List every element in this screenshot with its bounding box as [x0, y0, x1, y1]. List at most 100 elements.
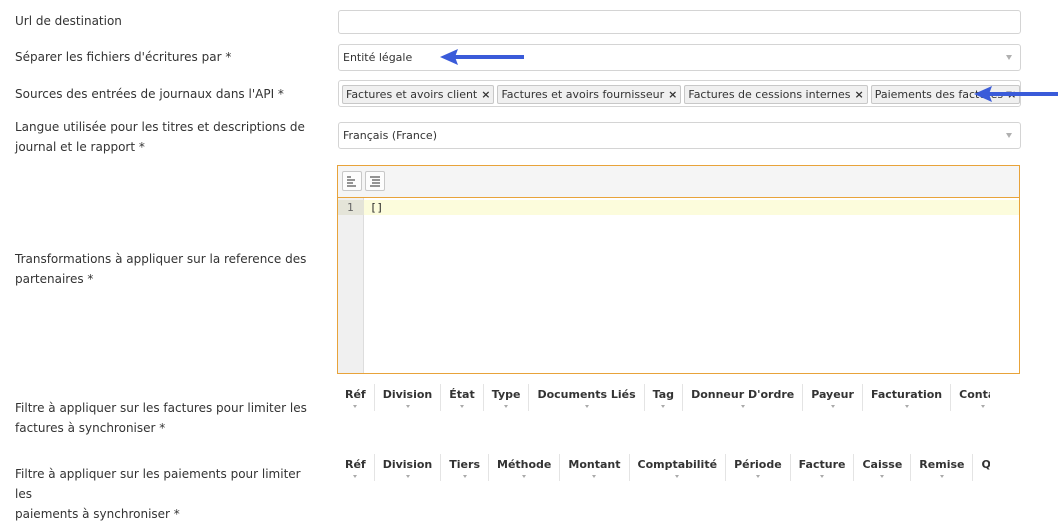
- remove-tag-icon[interactable]: ×: [481, 88, 490, 101]
- invoice-filter-column-label: Contact: [959, 388, 990, 401]
- language-select-value: Français (France): [343, 129, 437, 142]
- payment-filter-column-header[interactable]: Facture: [791, 454, 855, 481]
- invoice-filter-column-label: Documents Liés: [537, 388, 636, 401]
- payment-filter-column-label: Période: [734, 458, 782, 471]
- invoice-filter-column-header[interactable]: Payeur: [803, 384, 863, 411]
- editor-toolbar: [338, 166, 1019, 198]
- payment-filter-column-header[interactable]: Montant: [560, 454, 630, 481]
- editor-gutter: [338, 198, 364, 373]
- payment-filter-column-label: Méthode: [497, 458, 552, 471]
- invoice-filter-column-header[interactable]: Contact: [951, 384, 990, 411]
- language-label: Langue utilisée pour les titres et descr…: [15, 117, 315, 157]
- separate-label: Séparer les fichiers d'écritures par *: [15, 50, 232, 64]
- payment-filter-column-header[interactable]: Méthode: [489, 454, 561, 481]
- chevron-down-icon: [981, 405, 986, 408]
- remove-tag-icon[interactable]: ×: [854, 88, 863, 101]
- editor-active-line: [364, 200, 1019, 215]
- invoice-filter-label: Filtre à appliquer sur les factures pour…: [15, 398, 315, 438]
- chevron-down-icon: [755, 475, 760, 478]
- invoice-filter-column-header[interactable]: État: [441, 384, 484, 411]
- invoice-filter-column-label: Division: [382, 388, 433, 401]
- payment-filter-grid: Réf Division Tiers Méthode Montant Comptabili…: [337, 454, 990, 481]
- payment-filter-column-label: Tiers: [449, 458, 480, 471]
- chevron-down-icon: [584, 405, 589, 408]
- invoice-filter-column-label: Tag: [652, 388, 675, 401]
- url-input[interactable]: [338, 10, 1021, 34]
- payment-filter-column-label: Facture: [798, 458, 846, 471]
- invoice-filter-label-line2: factures à synchroniser *: [15, 421, 166, 435]
- json-editor[interactable]: 1 []: [337, 165, 1020, 374]
- payment-filter-column-label: Comptabilité: [637, 458, 718, 471]
- chevron-down-icon: [939, 475, 944, 478]
- transform-label-line2: partenaires *: [15, 272, 94, 286]
- chevron-down-icon: [353, 475, 358, 478]
- chevron-down-icon: [1006, 132, 1012, 138]
- payment-filter-column-label: Réf: [345, 458, 366, 471]
- chevron-down-icon: [462, 475, 467, 478]
- chevron-down-icon: [820, 475, 825, 478]
- payment-filter-column-header[interactable]: Réf: [337, 454, 375, 481]
- language-label-line1: Langue utilisée pour les titres et descr…: [15, 120, 305, 134]
- payment-filter-label: Filtre à appliquer sur les paiements pou…: [15, 464, 315, 524]
- invoice-filter-column-header[interactable]: Facturation: [863, 384, 952, 411]
- payment-filter-column-label: Caisse: [862, 458, 903, 471]
- invoice-filter-column-header[interactable]: Documents Liés: [529, 384, 645, 411]
- chevron-down-icon: [675, 475, 680, 478]
- language-label-line2: journal et le rapport *: [15, 140, 145, 154]
- source-tag-label: Factures et avoirs client: [346, 87, 478, 101]
- chevron-down-icon: [405, 475, 410, 478]
- invoice-filter-column-label: Réf: [345, 388, 366, 401]
- invoice-filter-column-label: Type: [491, 388, 521, 401]
- source-tag: Factures et avoirs client ×: [342, 84, 495, 104]
- separate-select-value: Entité légale: [343, 51, 413, 64]
- invoice-filter-label-line1: Filtre à appliquer sur les factures pour…: [15, 401, 307, 415]
- chevron-down-icon: [522, 475, 527, 478]
- invoice-filter-column-header[interactable]: Tag: [645, 384, 684, 411]
- chevron-down-icon: [405, 405, 410, 408]
- sources-multiselect[interactable]: Factures et avoirs client × Factures et av…: [338, 80, 1021, 107]
- invoice-filter-column-header[interactable]: Division: [375, 384, 442, 411]
- chevron-down-icon: [460, 405, 465, 408]
- chevron-down-icon: [1006, 54, 1012, 60]
- source-tag: Factures et avoirs fournisseur ×: [497, 84, 682, 104]
- payment-filter-column-header[interactable]: Division: [375, 454, 442, 481]
- chevron-down-icon: [661, 405, 666, 408]
- sources-tags: Factures et avoirs client × Factures et av…: [339, 81, 1021, 107]
- invoice-filter-column-label: Payeur: [811, 388, 854, 401]
- annotation-arrow-left: [974, 86, 1058, 102]
- chevron-down-icon: [904, 405, 909, 408]
- payment-filter-label-line1: Filtre à appliquer sur les paiements pou…: [15, 467, 301, 501]
- remove-tag-icon[interactable]: ×: [668, 88, 677, 101]
- source-tag-label: Factures de cessions internes: [688, 87, 851, 101]
- invoice-filter-column-header[interactable]: Donneur D'ordre: [683, 384, 804, 411]
- payment-filter-column-header[interactable]: Tiers: [441, 454, 489, 481]
- language-select[interactable]: Français (France): [338, 122, 1021, 149]
- compact-icon[interactable]: [365, 171, 385, 191]
- invoice-filter-column-header[interactable]: Réf: [337, 384, 375, 411]
- annotation-arrow-left: [440, 49, 524, 65]
- payment-filter-column-header[interactable]: Qualité: [973, 454, 990, 481]
- payment-filter-column-header[interactable]: Période: [726, 454, 791, 481]
- payment-filter-label-line2: paiements à synchroniser *: [15, 507, 180, 521]
- invoice-filter-column-label: Donneur D'ordre: [691, 388, 795, 401]
- invoice-filter-grid: Réf Division État Type Documents Liés Tag Donn…: [337, 384, 990, 411]
- line-number: 1: [347, 201, 354, 214]
- source-tag: Factures de cessions internes ×: [684, 84, 868, 104]
- format-icon[interactable]: [342, 171, 362, 191]
- payment-filter-column-label: Division: [382, 458, 433, 471]
- invoice-filter-column-header[interactable]: Type: [484, 384, 530, 411]
- payment-filter-column-label: Montant: [568, 458, 621, 471]
- invoice-filter-column-label: État: [449, 388, 475, 401]
- payment-filter-column-label: Qualité: [981, 458, 990, 471]
- payment-filter-column-header[interactable]: Comptabilité: [630, 454, 727, 481]
- editor-code[interactable]: []: [370, 201, 383, 214]
- transform-label: Transformations à appliquer sur la refer…: [15, 249, 315, 289]
- payment-filter-column-header[interactable]: Remise: [911, 454, 974, 481]
- payment-filter-column-header[interactable]: Caisse: [854, 454, 912, 481]
- chevron-down-icon: [880, 475, 885, 478]
- url-label: Url de destination: [15, 14, 122, 28]
- payment-filter-column-label: Remise: [919, 458, 965, 471]
- source-tag-label: Factures et avoirs fournisseur: [501, 87, 665, 101]
- chevron-down-icon: [592, 475, 597, 478]
- chevron-down-icon: [504, 405, 509, 408]
